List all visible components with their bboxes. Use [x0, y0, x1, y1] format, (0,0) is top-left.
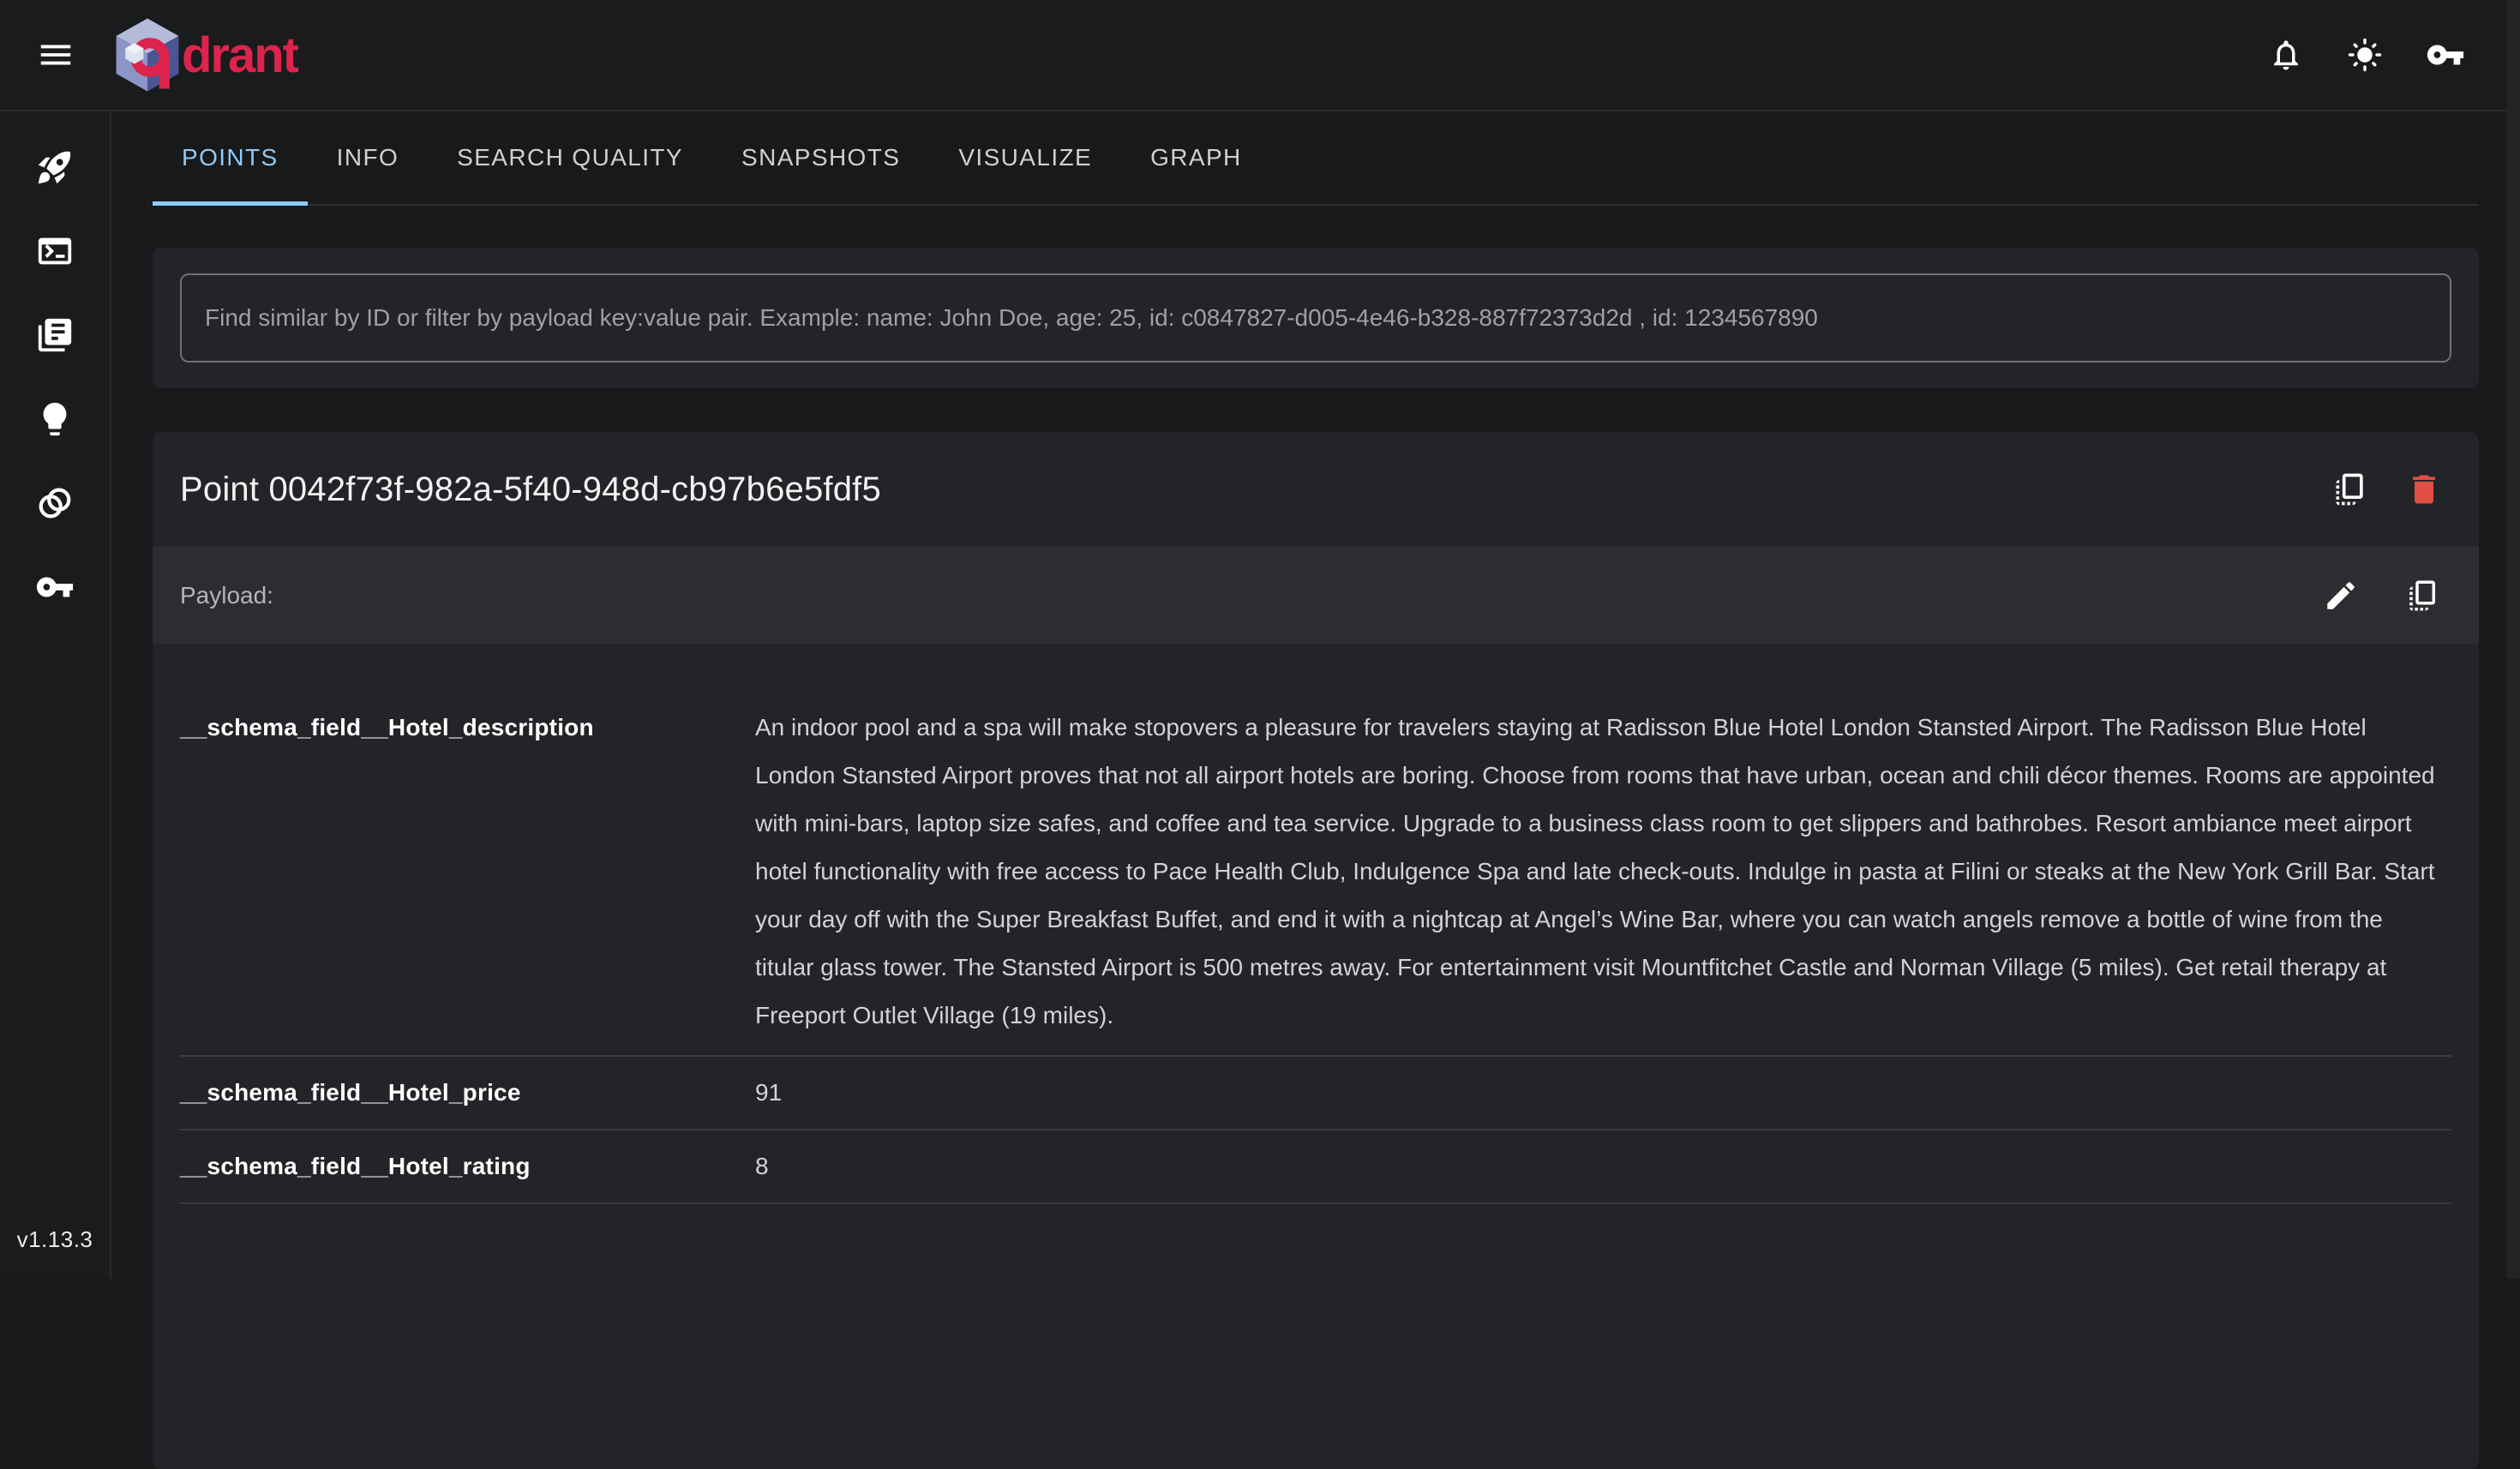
- brand-text: drant: [182, 27, 297, 84]
- tab-info[interactable]: INFO: [308, 111, 428, 204]
- rings-icon: [35, 483, 75, 523]
- bell-icon: [2268, 37, 2304, 73]
- sun-icon: [2347, 37, 2383, 73]
- delete-point-button[interactable]: [2405, 471, 2443, 508]
- rocket-icon: [35, 147, 75, 187]
- tab-search-quality[interactable]: SEARCH QUALITY: [428, 111, 712, 204]
- sidebar-item-apikeys[interactable]: [35, 567, 75, 607]
- scrollbar[interactable]: [2506, 0, 2520, 1279]
- tab-graph[interactable]: GRAPH: [1121, 111, 1271, 204]
- menu-icon: [36, 35, 75, 75]
- tab-bar: POINTS INFO SEARCH QUALITY SNAPSHOTS VIS…: [153, 111, 2479, 206]
- field-key: __schema_field__Hotel_rating: [180, 1142, 755, 1190]
- point-header: Point 0042f73f-982a-5f40-948d-cb97b6e5fd…: [153, 432, 2479, 547]
- copy-all-icon: [2405, 578, 2441, 614]
- version-label: v1.13.3: [17, 1226, 93, 1253]
- edit-pencil-icon: [2323, 578, 2359, 614]
- sidebar-item-welcome[interactable]: [35, 147, 75, 187]
- payload-fields: __schema_field__Hotel_description An ind…: [153, 656, 2479, 1204]
- key-icon: [2426, 35, 2465, 75]
- payload-label: Payload:: [180, 582, 273, 609]
- search-input[interactable]: [180, 273, 2451, 363]
- payload-field-row: __schema_field__Hotel_rating 8: [180, 1130, 2451, 1204]
- menu-button[interactable]: [36, 35, 75, 75]
- sidebar-item-datasets[interactable]: [35, 483, 75, 523]
- field-value: 8: [755, 1142, 2451, 1190]
- payload-field-row: __schema_field__Hotel_description An ind…: [180, 656, 2451, 1057]
- key-icon: [35, 567, 75, 607]
- sidebar-item-console[interactable]: [35, 231, 75, 271]
- notifications-button[interactable]: [2268, 37, 2304, 73]
- field-value: An indoor pool and a spa will make stopo…: [755, 704, 2451, 1040]
- copy-all-icon: [2331, 471, 2369, 508]
- api-key-button[interactable]: [2426, 35, 2465, 75]
- point-title: Point 0042f73f-982a-5f40-948d-cb97b6e5fd…: [180, 471, 881, 509]
- edit-payload-button[interactable]: [2323, 578, 2359, 614]
- collections-icon: [35, 315, 75, 355]
- copy-point-button[interactable]: [2331, 471, 2369, 508]
- tab-visualize[interactable]: VISUALIZE: [929, 111, 1121, 204]
- sidebar: v1.13.3: [0, 111, 111, 1279]
- lightbulb-icon: [35, 399, 75, 439]
- tab-points[interactable]: POINTS: [153, 111, 308, 204]
- terminal-icon: [35, 231, 75, 271]
- tab-snapshots[interactable]: SNAPSHOTS: [712, 111, 929, 204]
- main-content: POINTS INFO SEARCH QUALITY SNAPSHOTS VIS…: [113, 111, 2520, 1279]
- field-key: __schema_field__Hotel_description: [180, 704, 755, 752]
- trash-icon: [2405, 471, 2443, 508]
- sidebar-item-collections[interactable]: [35, 315, 75, 355]
- app-bar: drant: [0, 0, 2520, 111]
- sidebar-item-tutorial[interactable]: [35, 399, 75, 439]
- payload-field-row: __schema_field__Hotel_price 91: [180, 1057, 2451, 1130]
- point-card: Point 0042f73f-982a-5f40-948d-cb97b6e5fd…: [153, 432, 2479, 1469]
- theme-toggle-button[interactable]: [2347, 37, 2383, 73]
- copy-payload-button[interactable]: [2405, 578, 2441, 614]
- qdrant-cube-icon: [115, 17, 180, 93]
- payload-bar: Payload:: [153, 547, 2479, 644]
- search-card: [153, 248, 2479, 388]
- field-key: __schema_field__Hotel_price: [180, 1069, 755, 1117]
- field-value: 91: [755, 1069, 2451, 1117]
- qdrant-logo: drant: [115, 17, 297, 93]
